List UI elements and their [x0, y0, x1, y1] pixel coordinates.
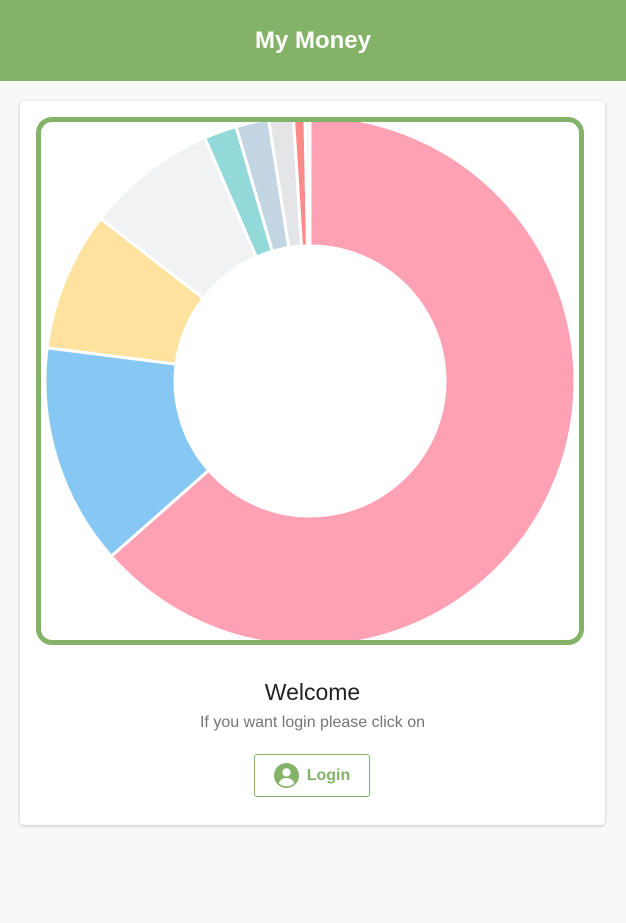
login-label: Login [306, 766, 351, 784]
chart-frame [36, 117, 584, 645]
app-title: My Money [254, 26, 371, 54]
welcome-card: Welcome If you want login please click o… [20, 101, 605, 825]
account-circle-icon [273, 763, 299, 788]
welcome-subtitle: If you want login please click on [199, 714, 425, 731]
doughnut-chart [43, 122, 577, 640]
login-button[interactable]: Login [254, 754, 370, 797]
app-bar: My Money [0, 0, 626, 81]
donut-slice-8 [303, 122, 312, 248]
welcome-title: Welcome [264, 679, 361, 705]
